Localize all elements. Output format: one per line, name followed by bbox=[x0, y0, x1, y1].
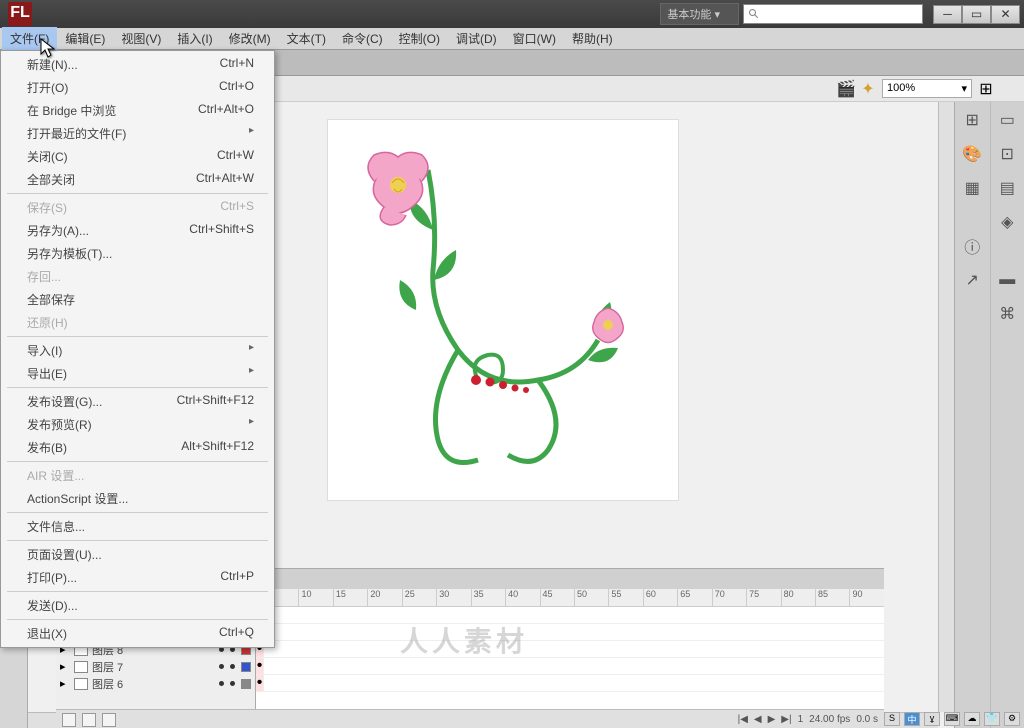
menu-item[interactable]: 发布预览(R) bbox=[3, 413, 272, 436]
search-input[interactable] bbox=[743, 4, 923, 24]
right-panels: ⊞ 🎨 ▦ ⓘ ↗ ▭ ⊡ ▤ ◈ ▬ ⌘ bbox=[954, 102, 1024, 728]
menu-item: AIR 设置... bbox=[3, 464, 272, 487]
project-icon[interactable]: ▬ bbox=[995, 268, 1019, 292]
app-logo: FL bbox=[8, 2, 32, 26]
new-folder-button[interactable] bbox=[82, 713, 96, 727]
menu-text[interactable]: 文本(T) bbox=[279, 27, 334, 50]
file-menu-dropdown: 新建(N)...Ctrl+N打开(O)Ctrl+O在 Bridge 中浏览Ctr… bbox=[0, 50, 275, 648]
menu-item[interactable]: 导入(I) bbox=[3, 339, 272, 362]
tray-icon[interactable]: 中 bbox=[904, 712, 920, 726]
info-icon[interactable]: ⓘ bbox=[960, 234, 984, 258]
menu-item[interactable]: 在 Bridge 中浏览Ctrl+Alt+O bbox=[3, 99, 272, 122]
layer-row[interactable]: ▸图层 7 bbox=[56, 658, 255, 675]
menu-item[interactable]: 新建(N)...Ctrl+N bbox=[3, 53, 272, 76]
menu-window[interactable]: 窗口(W) bbox=[505, 27, 564, 50]
tray-icon[interactable]: ⚙ bbox=[1004, 712, 1020, 726]
transform-icon[interactable]: ↗ bbox=[960, 268, 984, 292]
menu-item[interactable]: 发布(B)Alt+Shift+F12 bbox=[3, 436, 272, 459]
menu-edit[interactable]: 编辑(E) bbox=[57, 27, 113, 50]
flower-artwork bbox=[338, 130, 668, 490]
menubar: 文件(F) 编辑(E) 视图(V) 插入(I) 修改(M) 文本(T) 命令(C… bbox=[0, 28, 1024, 50]
menu-item[interactable]: 关闭(C)Ctrl+W bbox=[3, 145, 272, 168]
new-layer-button[interactable] bbox=[62, 713, 76, 727]
menu-item[interactable]: 导出(E) bbox=[3, 362, 272, 385]
menu-item[interactable]: 发布设置(G)...Ctrl+Shift+F12 bbox=[3, 390, 272, 413]
close-button[interactable]: ✕ bbox=[991, 5, 1020, 24]
swatches-icon[interactable]: ▦ bbox=[960, 176, 984, 200]
menu-item: 保存(S)Ctrl+S bbox=[3, 196, 272, 219]
stage-options-icon[interactable]: ⊞ bbox=[978, 81, 994, 97]
zoom-selector[interactable]: 100%▾ bbox=[882, 79, 972, 98]
maximize-button[interactable]: ▭ bbox=[962, 5, 991, 24]
menu-item[interactable]: 打开最近的文件(F) bbox=[3, 122, 272, 145]
menu-view[interactable]: 视图(V) bbox=[113, 27, 169, 50]
actions-icon[interactable]: ⌘ bbox=[995, 302, 1019, 326]
tray-icon[interactable]: ⌨ bbox=[944, 712, 960, 726]
timeline-status: |◀◀▶▶| 1 24.00 fps 0.0 s bbox=[56, 709, 884, 728]
edit-scene-icon[interactable]: 🎬 bbox=[838, 81, 854, 97]
color-icon[interactable]: 🎨 bbox=[960, 142, 984, 166]
stage[interactable] bbox=[328, 120, 678, 500]
menu-item[interactable]: 退出(X)Ctrl+Q bbox=[3, 622, 272, 645]
menu-debug[interactable]: 调试(D) bbox=[448, 27, 505, 50]
menu-item: 存回... bbox=[3, 265, 272, 288]
menu-item[interactable]: 打开(O)Ctrl+O bbox=[3, 76, 272, 99]
tray-icon[interactable]: S bbox=[884, 712, 900, 726]
tray-icon[interactable]: 👕 bbox=[984, 712, 1000, 726]
titlebar: FL 基本功能 ▾ ─ ▭ ✕ bbox=[0, 0, 1024, 28]
layer-row[interactable]: ▸图层 6 bbox=[56, 675, 255, 692]
minimize-button[interactable]: ─ bbox=[933, 5, 962, 24]
menu-item[interactable]: 另存为(A)...Ctrl+Shift+S bbox=[3, 219, 272, 242]
delete-layer-button[interactable] bbox=[102, 713, 116, 727]
menu-item[interactable]: 页面设置(U)... bbox=[3, 543, 272, 566]
menu-item[interactable]: 发送(D)... bbox=[3, 594, 272, 617]
search-icon bbox=[748, 8, 760, 20]
edit-symbol-icon[interactable]: ✦ bbox=[860, 81, 876, 97]
menu-modify[interactable]: 修改(M) bbox=[221, 27, 279, 50]
menu-item: 还原(H) bbox=[3, 311, 272, 334]
tray-icon[interactable]: ұ bbox=[924, 712, 940, 726]
menu-control[interactable]: 控制(O) bbox=[391, 27, 448, 50]
tray-icon[interactable]: ☁ bbox=[964, 712, 980, 726]
menu-help[interactable]: 帮助(H) bbox=[564, 27, 621, 50]
menu-item[interactable]: 打印(P)...Ctrl+P bbox=[3, 566, 272, 589]
components-icon[interactable]: ▤ bbox=[995, 176, 1019, 200]
motion-presets-icon[interactable]: ◈ bbox=[995, 210, 1019, 234]
taskbar-tray: S 中 ұ ⌨ ☁ 👕 ⚙ bbox=[880, 712, 1024, 728]
menu-insert[interactable]: 插入(I) bbox=[169, 27, 220, 50]
menu-item[interactable]: 全部保存 bbox=[3, 288, 272, 311]
workspace-selector[interactable]: 基本功能 ▾ bbox=[660, 3, 739, 25]
library-icon[interactable]: ▭ bbox=[995, 108, 1019, 132]
menu-command[interactable]: 命令(C) bbox=[334, 27, 391, 50]
menu-file[interactable]: 文件(F) bbox=[2, 27, 57, 50]
menu-item[interactable]: ActionScript 设置... bbox=[3, 487, 272, 510]
menu-item[interactable]: 文件信息... bbox=[3, 515, 272, 538]
align-icon[interactable]: ⊡ bbox=[995, 142, 1019, 166]
properties-icon[interactable]: ⊞ bbox=[960, 108, 984, 132]
menu-item[interactable]: 另存为模板(T)... bbox=[3, 242, 272, 265]
vertical-scrollbar[interactable] bbox=[938, 102, 954, 712]
menu-item[interactable]: 全部关闭Ctrl+Alt+W bbox=[3, 168, 272, 191]
frames-area[interactable]: 151015202530354045505560657075808590 •••… bbox=[256, 589, 884, 709]
